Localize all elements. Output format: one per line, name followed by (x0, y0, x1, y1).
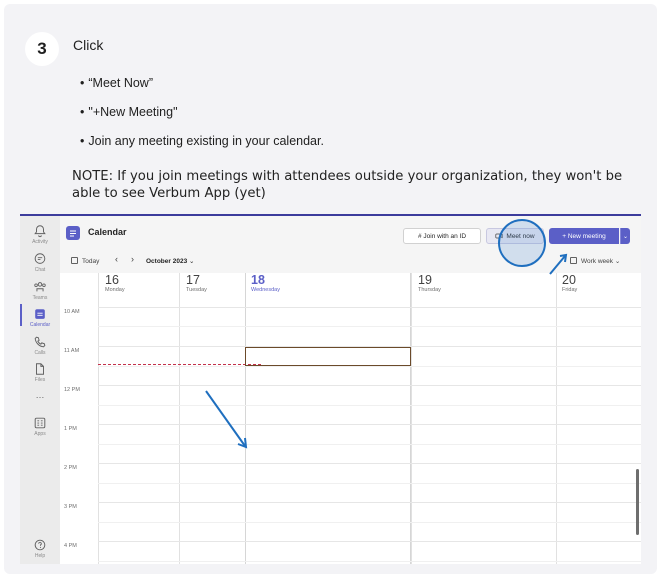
step-number-badge: 3 (25, 32, 59, 66)
teams-screenshot: Activity Chat Teams Calendar Calls Files (20, 214, 641, 564)
bullet-list: • “Meet Now” • "+New Meeting" • Join any me… (80, 74, 324, 161)
bullet-item: • "+New Meeting" (80, 105, 178, 119)
note-text: NOTE: If you join meetings with attendee… (72, 169, 623, 201)
bullet-text: “Meet Now” (88, 76, 153, 90)
arrow-icon (549, 253, 568, 275)
arrow-icon (205, 390, 248, 449)
bullet-item: • “Meet Now” (80, 76, 153, 90)
step-title: Click (73, 37, 104, 53)
bullet-text: "+New Meeting" (88, 105, 178, 119)
step-card: 3 Click • “Meet Now” • "+New Meeting" • Joi… (4, 4, 657, 574)
bullet-text: Join any meeting existing in your calend… (88, 134, 324, 148)
bullet-item: • Join any meeting existing in your calen… (80, 134, 324, 148)
annotation-overlay (205, 253, 568, 449)
